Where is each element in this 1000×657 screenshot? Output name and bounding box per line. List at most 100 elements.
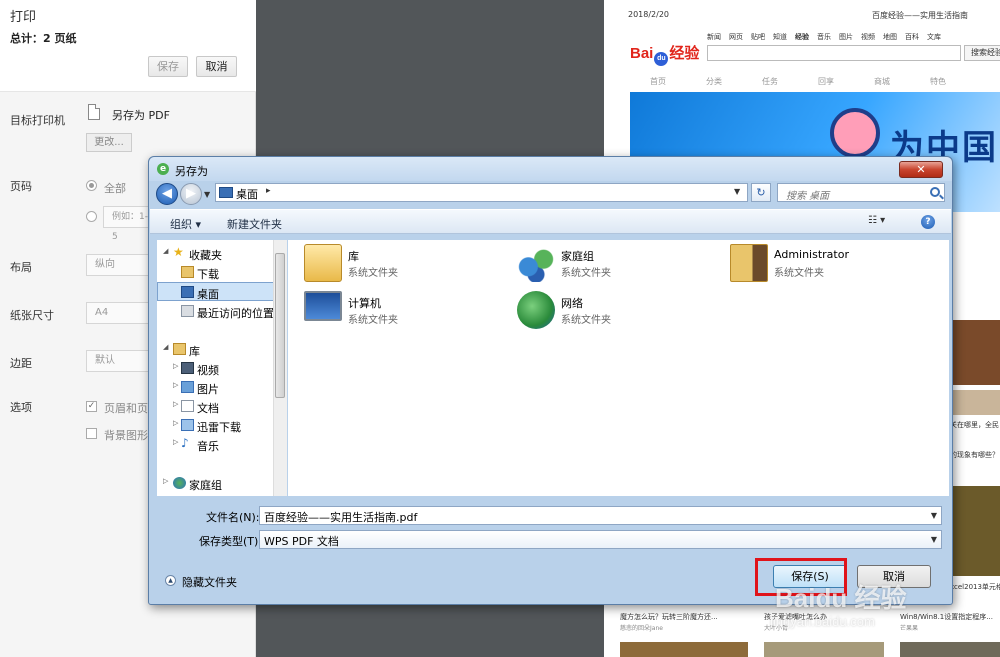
paper-size-select[interactable]: A4 (86, 302, 156, 324)
forward-button[interactable]: ▶ (180, 183, 202, 205)
pages-custom-radio[interactable] (86, 211, 97, 222)
print-save-button[interactable]: 保存 (148, 56, 188, 77)
filetype-dropdown-icon[interactable]: ▼ (931, 535, 937, 544)
new-folder-button[interactable]: 新建文件夹 (227, 216, 282, 232)
search-input[interactable]: 搜索 桌面 (777, 183, 945, 202)
desktop-icon (181, 286, 194, 298)
expand-arrow-icon[interactable]: ▷ (173, 362, 178, 370)
preview-thumbnail (764, 642, 884, 657)
nav-item-label: 迅雷下载 (197, 421, 241, 434)
nav-item-pictures[interactable]: ▷ 图片 (157, 378, 285, 397)
preview-side-text: xcel2013单元格 (950, 583, 1000, 591)
preview-nav-item: 经验 (795, 33, 809, 41)
pages-all-label: 全部 (104, 182, 126, 195)
collapse-chevron-icon[interactable]: ▲ (165, 575, 176, 586)
nav-item-label: 下载 (197, 268, 219, 281)
filename-dropdown-icon[interactable]: ▼ (931, 511, 937, 520)
pages-custom-input[interactable]: 例如：1-5 (103, 206, 153, 242)
preview-nav-item: 文库 (927, 33, 941, 41)
nav-item-label: 桌面 (197, 288, 219, 301)
breadcrumb-chevron-icon[interactable]: ▸ (266, 186, 271, 196)
expand-arrow-icon[interactable]: ▷ (173, 381, 178, 389)
filetype-select[interactable]: WPS PDF 文档 ▼ (259, 530, 942, 549)
nav-item-documents[interactable]: ▷ 文档 (157, 397, 285, 416)
preview-nav-item: 网页 (729, 33, 743, 41)
print-title: 打印 (10, 10, 37, 25)
nav-item-homegroup[interactable]: ▷ 家庭组 (157, 474, 285, 493)
close-button[interactable]: ✕ (899, 161, 943, 178)
nav-scrollbar-thumb[interactable] (275, 253, 285, 398)
headers-footers-checkbox[interactable]: ✓ (86, 401, 97, 412)
destination-label: 目标打印机 (10, 114, 65, 127)
help-icon[interactable]: ? (921, 215, 935, 229)
nav-item-favorites[interactable]: ◢ ★ 收藏夹 (157, 244, 285, 263)
file-list-pane: 库 系统文件夹 家庭组 系统文件夹 Administrator 系统文件夹 计算… (288, 240, 949, 496)
layout-select[interactable]: 纵向 (86, 254, 156, 276)
nav-item-libraries[interactable]: ◢ 库 (157, 340, 285, 359)
nav-item-recent[interactable]: 最近访问的位置 (157, 302, 285, 321)
expand-arrow-icon[interactable]: ▷ (173, 400, 178, 408)
navigation-pane: ◢ ★ 收藏夹 下载 桌面 最近访问的位置 ◢ 库 ▷ 视频 ▷ 图片 ▷ 文档… (157, 240, 287, 496)
back-button[interactable]: ◀ (156, 183, 178, 205)
margins-label: 边距 (10, 357, 32, 370)
print-cancel-button[interactable]: 取消 (196, 56, 237, 77)
preview-nav-item: 地图 (883, 33, 897, 41)
file-name: 库 (348, 250, 359, 263)
nav-item-downloads[interactable]: 下载 (157, 263, 285, 282)
network-icon (517, 291, 555, 329)
document-icon (88, 104, 100, 120)
preview-date: 2018/2/20 (628, 10, 670, 19)
preview-nav-item: 图片 (839, 33, 853, 41)
expand-arrow-icon[interactable]: ▷ (173, 438, 178, 446)
file-name: Administrator (774, 248, 849, 261)
filetype-label: 保存类型(T): (199, 535, 263, 548)
pages-all-radio[interactable] (86, 180, 97, 191)
address-dropdown-icon[interactable]: ▼ (734, 187, 740, 196)
file-item-administrator[interactable]: Administrator 系统文件夹 (730, 244, 930, 286)
preview-caption-author: 芒果果 (900, 625, 919, 632)
homegroup-icon (517, 244, 555, 282)
preview-nav-item: 贴吧 (751, 33, 765, 41)
file-name: 家庭组 (561, 250, 594, 263)
nav-item-videos[interactable]: ▷ 视频 (157, 359, 285, 378)
expand-arrow-icon[interactable]: ▷ (173, 419, 178, 427)
file-type: 系统文件夹 (348, 268, 398, 279)
pictures-icon (181, 381, 194, 393)
collapse-arrow-icon[interactable]: ◢ (163, 343, 168, 351)
save-as-dialog: e 另存为 ✕ ◀ ▶ ▼ 桌面 ▸ ▼ ↻ 搜索 桌面 组织 ▾ 新建文件夹 … (148, 156, 953, 605)
hide-folders-button[interactable]: 隐藏文件夹 (182, 574, 237, 590)
search-icon[interactable] (930, 187, 940, 197)
library-folder-icon (304, 244, 342, 282)
baidu-jingyan-logo: Bai du 经验 (630, 42, 699, 66)
file-item-homegroup[interactable]: 家庭组 系统文件夹 (517, 244, 717, 286)
filename-input[interactable]: 百度经验——实用生活指南.pdf ▼ (259, 506, 942, 525)
file-item-network[interactable]: 网络 系统文件夹 (517, 291, 717, 333)
nav-item-label: 图片 (197, 383, 219, 396)
desktop-icon (219, 187, 233, 198)
address-bar[interactable]: 桌面 ▸ ▼ (215, 183, 748, 202)
file-type: 系统文件夹 (348, 315, 398, 326)
preview-menu-item: 回享 (818, 77, 834, 86)
address-segment-desktop[interactable]: 桌面 (236, 186, 258, 202)
nav-item-xunlei[interactable]: ▷ 迅雷下载 (157, 416, 285, 435)
banner-figure (830, 108, 880, 158)
preview-nav-item: 音乐 (817, 33, 831, 41)
preview-menu: 首页 分类 任务 回享 商城 特色 (650, 76, 986, 87)
expand-arrow-icon[interactable]: ▷ (163, 477, 168, 485)
change-destination-button[interactable]: 更改... (86, 133, 132, 152)
file-item-computer[interactable]: 计算机 系统文件夹 (304, 291, 504, 333)
change-view-icon[interactable]: ☷ ▾ (868, 215, 900, 229)
nav-item-desktop[interactable]: 桌面 (157, 282, 285, 301)
dialog-titlebar[interactable]: e 另存为 ✕ (149, 157, 952, 181)
margins-select[interactable]: 默认 (86, 350, 156, 372)
background-graphics-checkbox[interactable] (86, 428, 97, 439)
options-label: 选项 (10, 401, 32, 414)
file-item-libraries[interactable]: 库 系统文件夹 (304, 244, 504, 286)
nav-item-music[interactable]: ▷ ♪ 音乐 (157, 435, 285, 454)
organize-menu-button[interactable]: 组织 ▾ (170, 216, 201, 232)
refresh-button[interactable]: ↻ (751, 183, 771, 202)
history-dropdown-icon[interactable]: ▼ (204, 190, 210, 199)
collapse-arrow-icon[interactable]: ◢ (163, 247, 168, 255)
preview-menu-item: 分类 (706, 77, 722, 86)
preview-thumbnail (620, 642, 748, 657)
